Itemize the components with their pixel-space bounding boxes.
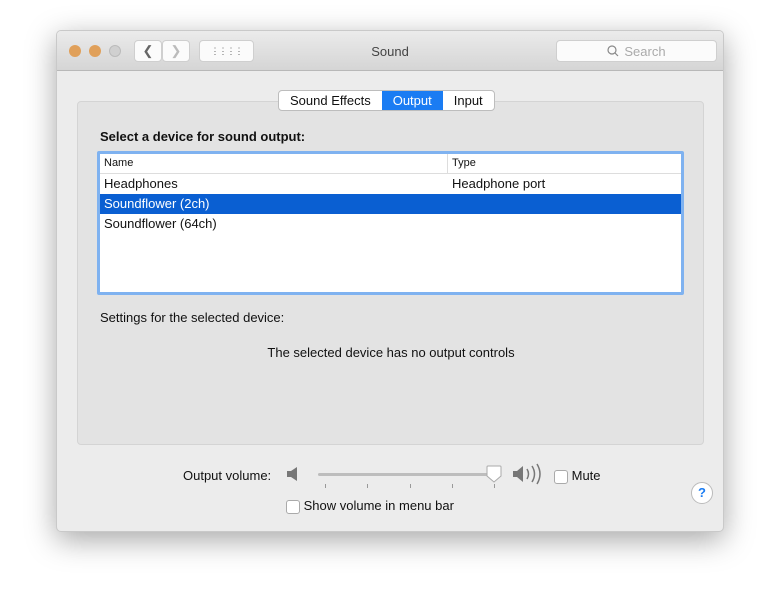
tab-bar: Sound Effects Output Input: [278, 90, 495, 111]
tab-sound-effects[interactable]: Sound Effects: [279, 91, 382, 110]
device-heading: Select a device for sound output:: [100, 129, 306, 144]
slider-tick: [367, 484, 369, 488]
show-volume-checkbox[interactable]: Show volume in menu bar: [286, 498, 454, 514]
slider-tick: [494, 484, 495, 488]
no-controls-message: The selected device has no output contro…: [267, 345, 515, 360]
show-volume-label: Show volume in menu bar: [303, 498, 454, 513]
title-bar: ❮ ❯ ⋮⋮⋮⋮ Sound Search: [57, 31, 723, 71]
column-type[interactable]: Type: [448, 154, 476, 173]
volume-slider-track[interactable]: [318, 473, 494, 476]
search-placeholder: Search: [624, 43, 666, 59]
device-type: [448, 194, 452, 214]
tab-input[interactable]: Input: [443, 91, 494, 110]
device-table[interactable]: Name Type Headphones Headphone port Sound…: [97, 151, 684, 295]
table-row[interactable]: Headphones Headphone port: [100, 174, 681, 194]
speaker-low-icon: [287, 467, 297, 481]
slider-tick: [325, 484, 326, 488]
table-header: Name Type: [100, 154, 681, 174]
table-row-selected[interactable]: Soundflower (2ch): [100, 194, 681, 214]
output-volume-label: Output volume:: [183, 468, 272, 483]
mute-checkbox[interactable]: Mute: [554, 468, 601, 484]
speaker-high-icon: [513, 463, 541, 485]
device-type: Headphone port: [452, 176, 546, 191]
device-name: Soundflower (2ch): [104, 196, 210, 211]
volume-slider-thumb[interactable]: [486, 465, 502, 483]
mute-checkbox-box[interactable]: [554, 469, 568, 484]
settings-label: Settings for the selected device:: [100, 310, 285, 325]
mute-label: Mute: [571, 468, 601, 483]
column-name[interactable]: Name: [100, 154, 448, 173]
device-name: Soundflower (64ch): [104, 216, 217, 231]
tab-output[interactable]: Output: [381, 91, 443, 110]
slider-tick: [451, 484, 453, 488]
help-button[interactable]: ?: [691, 482, 713, 504]
device-type: [448, 214, 452, 234]
search-icon: [607, 45, 619, 57]
table-row[interactable]: Soundflower (64ch): [100, 214, 681, 234]
sound-window: ❮ ❯ ⋮⋮⋮⋮ Sound Search Sound Effects Outp…: [56, 30, 724, 532]
search-field[interactable]: Search: [556, 40, 717, 62]
device-name: Headphones: [104, 176, 178, 191]
slider-tick: [409, 484, 411, 488]
show-volume-checkbox-box[interactable]: [286, 499, 300, 514]
